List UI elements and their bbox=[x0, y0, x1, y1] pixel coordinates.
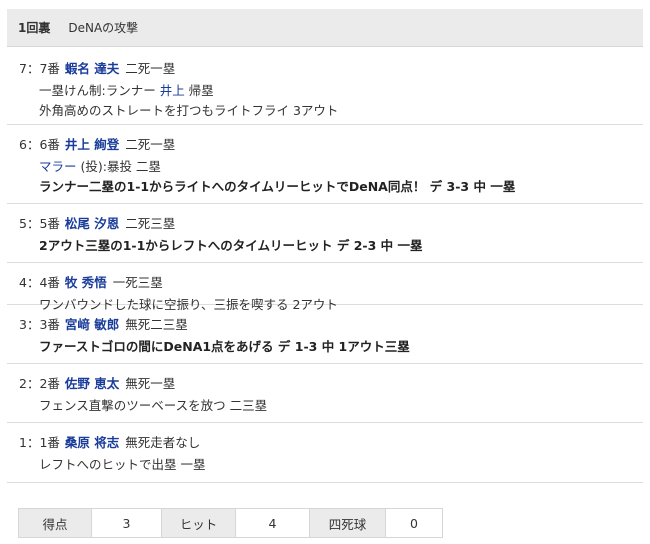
attacking-team-label: DeNAの攻撃 bbox=[68, 21, 139, 35]
play-text: 外角高めのストレートを打つもライトフライ 3アウト bbox=[39, 102, 339, 118]
batting-order: 6：6番 bbox=[19, 136, 60, 152]
scoring-play-description: 2アウト三塁の1-1からレフトへのタイムリーヒット デ 2-3 中 一塁 bbox=[39, 234, 643, 254]
plate-appearance-header: 1：1番 桑原 将志 無死走者なし bbox=[19, 432, 643, 450]
play-text: 帰塁 bbox=[184, 82, 214, 98]
base-situation: 無死二三塁 bbox=[125, 316, 188, 332]
batting-order: 4：4番 bbox=[19, 274, 60, 290]
plate-appearance-header: 3：3番 宮﨑 敏郎 無死二三塁 bbox=[19, 314, 643, 332]
batting-order: 1：1番 bbox=[19, 434, 60, 450]
plate-appearance-row: 4：4番牧 秀悟 一死三塁ワンバウンドした球に空振り、三振を喫する 2アウト bbox=[7, 263, 643, 312]
base-situation: 一死三塁 bbox=[112, 274, 163, 290]
stat-value: 3 bbox=[91, 509, 161, 537]
play-description: フェンス直撃のツーベースを放つ 二三塁 bbox=[39, 394, 643, 414]
batting-order: 3：3番 bbox=[19, 316, 60, 332]
batter-name-link[interactable]: 蝦名 達夫 bbox=[65, 58, 119, 77]
play-text: ランナー二塁の1-1からライトへのタイムリーヒットでDeNA同点！ デ 3-3 … bbox=[39, 178, 516, 194]
base-situation: 二死三塁 bbox=[125, 215, 176, 231]
stat-label: 四死球 bbox=[309, 509, 385, 537]
plate-appearance-header: 4：4番牧 秀悟 一死三塁 bbox=[19, 272, 643, 290]
batting-order: 7：7番 bbox=[19, 60, 60, 76]
play-text: フェンス直撃のツーベースを放つ 二三塁 bbox=[39, 397, 268, 413]
play-text: 2アウト三塁の1-1からレフトへのタイムリーヒット デ 2-3 中 一塁 bbox=[39, 237, 423, 253]
base-situation: 二死一塁 bbox=[125, 136, 176, 152]
play-text: ワンバウンドした球に空振り、三振を喫する 2アウト bbox=[39, 296, 338, 312]
play-description: レフトへのヒットで出塁 一塁 bbox=[39, 453, 643, 473]
plate-appearance-row: 2：2番 佐野 恵太 無死一塁フェンス直撃のツーベースを放つ 二三塁 bbox=[7, 364, 643, 423]
inning-stats-bar: 得点 3 ヒット 4 四死球 0 bbox=[18, 508, 443, 538]
batting-order: 2：2番 bbox=[19, 375, 60, 391]
player-name-link[interactable]: 井上 bbox=[160, 80, 185, 99]
play-description: 一塁けん制:ランナー 井上 帰塁 bbox=[39, 79, 643, 99]
play-text: (投):暴投 二塁 bbox=[76, 158, 161, 174]
base-situation: 二死一塁 bbox=[125, 60, 176, 76]
stat-label: 得点 bbox=[19, 509, 91, 537]
plate-appearance-row: 7：7番 蝦名 達夫 二死一塁一塁けん制:ランナー 井上 帰塁外角高めのストレートを… bbox=[7, 50, 643, 125]
play-description: マラー (投):暴投 二塁 bbox=[39, 155, 643, 175]
batting-order: 5：5番 bbox=[19, 215, 60, 231]
plate-appearance-row: 1：1番 桑原 将志 無死走者なしレフトへのヒットで出塁 一塁 bbox=[7, 423, 643, 483]
batter-name-link[interactable]: 佐野 恵太 bbox=[65, 373, 119, 392]
batter-name-link[interactable]: 松尾 汐恩 bbox=[65, 213, 119, 232]
batter-name-link[interactable]: 井上 絢登 bbox=[65, 134, 119, 153]
plate-appearance-row: 5：5番 松尾 汐恩 二死三塁 2アウト三塁の1-1からレフトへのタイムリーヒット デ… bbox=[7, 204, 643, 263]
inning-label: 1回裏 bbox=[18, 21, 51, 35]
plate-appearance-header: 7：7番 蝦名 達夫 二死一塁 bbox=[19, 58, 643, 76]
player-name-link[interactable]: マラー bbox=[39, 156, 77, 175]
base-situation: 無死一塁 bbox=[125, 375, 176, 391]
plate-appearance-list: 7：7番 蝦名 達夫 二死一塁 一塁けん制:ランナー 井上 帰塁 外角高めのストレートを… bbox=[7, 50, 643, 483]
plate-appearance-row: 3：3番 宮﨑 敏郎 無死二三塁ファーストゴロの間にDeNA1点をあげる デ 1-3… bbox=[7, 305, 643, 364]
batter-name-link[interactable]: 牧 秀悟 bbox=[65, 272, 107, 291]
play-description: 外角高めのストレートを打つもライトフライ 3アウト bbox=[39, 99, 643, 119]
plate-appearance-header: 6：6番 井上 絢登 二死一塁 bbox=[19, 134, 643, 152]
play-text: レフトへのヒットで出塁 一塁 bbox=[39, 456, 206, 472]
scoring-play-description: ファーストゴロの間にDeNA1点をあげる デ 1-3 中 1アウト三塁 bbox=[39, 335, 643, 355]
stat-value: 4 bbox=[235, 509, 309, 537]
stat-value: 0 bbox=[385, 509, 442, 537]
scoring-play-description: ランナー二塁の1-1からライトへのタイムリーヒットでDeNA同点！ デ 3-3 … bbox=[39, 175, 643, 195]
batter-name-link[interactable]: 桑原 将志 bbox=[65, 432, 119, 451]
inning-header: 1回裏 DeNAの攻撃 bbox=[7, 9, 643, 47]
plate-appearance-header: 5：5番 松尾 汐恩 二死三塁 bbox=[19, 213, 643, 231]
batter-name-link[interactable]: 宮﨑 敏郎 bbox=[65, 314, 119, 333]
plate-appearance-header: 2：2番 佐野 恵太 無死一塁 bbox=[19, 373, 643, 391]
play-text: ファーストゴロの間にDeNA1点をあげる デ 1-3 中 1アウト三塁 bbox=[39, 338, 410, 354]
plate-appearance-row: 6：6番 井上 絢登 二死一塁マラー (投):暴投 二塁ランナー二塁の1-1からライ… bbox=[7, 125, 643, 204]
base-situation: 無死走者なし bbox=[125, 434, 201, 450]
play-text: 一塁けん制:ランナー bbox=[39, 82, 160, 98]
stat-label: ヒット bbox=[161, 509, 235, 537]
play-by-play-panel: 1回裏 DeNAの攻撃 7：7番 蝦名 達夫 二死一塁 一塁けん制:ランナー 井上 帰… bbox=[0, 0, 650, 544]
